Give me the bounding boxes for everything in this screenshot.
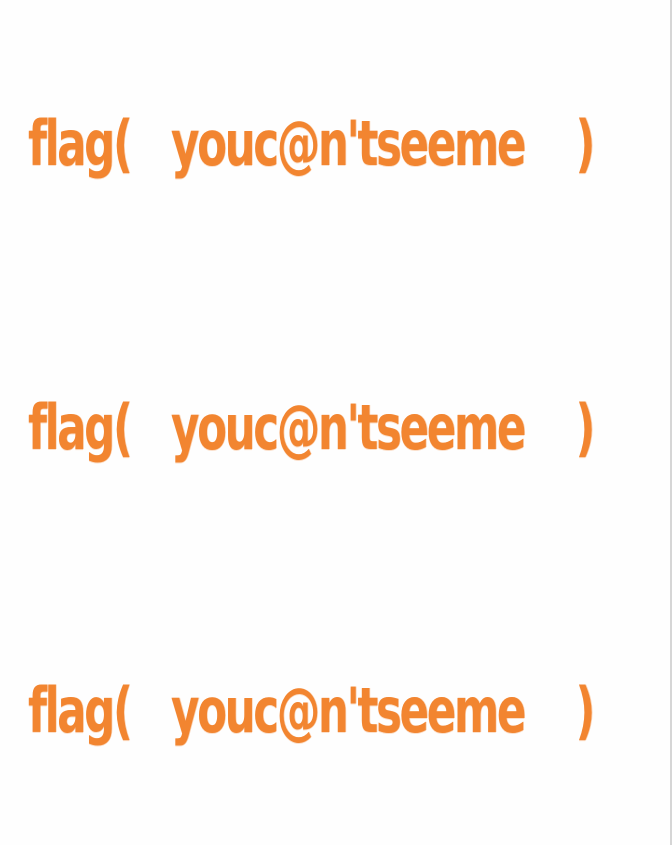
- flag-suffix: ): [575, 107, 596, 180]
- flag-suffix: ): [575, 674, 596, 747]
- flag-text-line-2: flag( youc@n'tseeme): [28, 388, 595, 468]
- flag-suffix: ): [575, 391, 596, 464]
- flag-secret: youc@n'tseeme: [171, 107, 526, 180]
- flag-secret: youc@n'tseeme: [171, 674, 526, 747]
- flag-text-line-3: flag( youc@n'tseeme): [28, 671, 595, 751]
- flag-prefix: flag(: [28, 674, 133, 747]
- flag-prefix: flag(: [28, 391, 133, 464]
- flag-prefix: flag(: [28, 107, 133, 180]
- flag-text-line-1: flag( youc@n'tseeme): [28, 104, 595, 184]
- flag-secret: youc@n'tseeme: [171, 391, 526, 464]
